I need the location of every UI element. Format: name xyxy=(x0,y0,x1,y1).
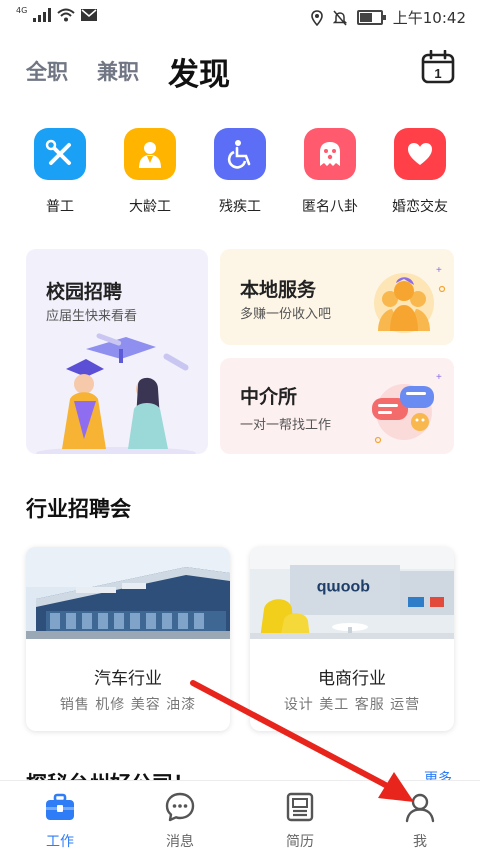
category-label: 普工 xyxy=(46,199,74,215)
category-general-worker[interactable]: 普工 xyxy=(15,128,105,216)
graduates-illustration xyxy=(36,333,196,454)
more-link[interactable]: 更多 xyxy=(424,768,452,780)
fair-card-automotive[interactable]: 汽车行业 销售 机修 美容 油漆 xyxy=(26,547,230,731)
wifi-icon xyxy=(57,8,75,22)
card-title: 中介所 xyxy=(240,386,298,408)
svg-text:qoomb: qoomb xyxy=(316,579,370,596)
briefcase-icon xyxy=(46,793,74,820)
calendar-day: 1 xyxy=(434,66,441,81)
nav-label: 简历 xyxy=(286,834,314,850)
card-subtitle: 多赚一份收入吧 xyxy=(240,307,332,322)
nav-me[interactable]: 我 xyxy=(370,791,470,851)
mail-icon xyxy=(81,9,98,21)
heart-icon xyxy=(394,128,446,180)
card-title: 校园招聘 xyxy=(46,281,123,303)
profile-icon xyxy=(405,793,435,823)
ghost-icon xyxy=(304,128,356,180)
car-dealership-photo xyxy=(26,547,230,639)
chat-icon xyxy=(165,792,195,822)
card-title: 本地服务 xyxy=(240,279,317,301)
tab-fulltime[interactable]: 全职 xyxy=(26,56,68,86)
tab-discover[interactable]: 发现 xyxy=(168,49,230,94)
resume-icon xyxy=(286,792,314,822)
fair-card-ecommerce[interactable]: qoomb 电商行业 设计 美工 客服 运营 xyxy=(250,547,454,731)
nav-work[interactable]: 工作 xyxy=(10,791,110,851)
network-type: 4G xyxy=(16,5,28,15)
bottom-nav: 工作 消息 简历 我 xyxy=(0,780,480,854)
card-subtitle: 应届生快来看看 xyxy=(46,309,138,324)
header: 全职 兼职 发现 1 xyxy=(0,44,480,94)
status-bar: 4G 上午10:42 xyxy=(0,0,480,34)
svg-text:+: + xyxy=(436,265,442,276)
fair-tags: 销售 机修 美容 油漆 xyxy=(59,697,197,713)
nav-resume[interactable]: 简历 xyxy=(250,791,350,851)
calendar-icon[interactable]: 1 xyxy=(421,50,455,84)
category-older-worker[interactable]: 大龄工 xyxy=(105,128,195,216)
wheelchair-icon xyxy=(214,128,266,180)
worker-icon xyxy=(124,128,176,180)
fair-name: 电商行业 xyxy=(318,669,386,689)
people-group-illustration: + xyxy=(374,265,446,333)
battery-icon xyxy=(356,10,386,25)
location-icon xyxy=(310,9,323,26)
card-subtitle: 一对一帮找工作 xyxy=(240,418,332,433)
nav-messages[interactable]: 消息 xyxy=(130,791,230,851)
nav-label: 我 xyxy=(413,834,427,850)
category-label: 婚恋交友 xyxy=(392,199,448,215)
office-lobby-photo: qoomb xyxy=(250,547,454,639)
category-label: 残疾工 xyxy=(219,199,261,215)
fair-tags: 设计 美工 客服 运营 xyxy=(283,697,421,713)
tab-parttime[interactable]: 兼职 xyxy=(97,56,139,86)
local-service-card[interactable]: 本地服务 多赚一份收入吧 + xyxy=(220,249,454,345)
tools-icon xyxy=(34,128,86,180)
clock: 上午10:42 xyxy=(392,9,466,27)
fair-name: 汽车行业 xyxy=(94,669,162,689)
status-right: 上午10:42 xyxy=(310,7,466,28)
agency-card[interactable]: 中介所 一对一帮找工作 + xyxy=(220,358,454,454)
chat-bubbles-illustration: + xyxy=(372,372,442,444)
category-disabled-worker[interactable]: 残疾工 xyxy=(195,128,285,216)
nav-label: 消息 xyxy=(166,834,194,850)
category-anonymous-gossip[interactable]: 匿名八卦 xyxy=(285,128,375,216)
section-title-fairs: 行业招聘会 xyxy=(26,497,131,521)
category-row: 普工 大龄工 残疾工 匿名八卦 婚恋交友 xyxy=(0,128,480,228)
category-dating[interactable]: 婚恋交友 xyxy=(375,128,465,216)
nav-label: 工作 xyxy=(46,834,74,850)
section-title-companies: 探秘台州好公司！ xyxy=(26,768,194,780)
category-label: 匿名八卦 xyxy=(302,199,358,215)
signal-icon xyxy=(33,8,52,22)
category-label: 大龄工 xyxy=(129,199,171,215)
mute-bell-icon xyxy=(332,10,347,25)
status-left: 4G xyxy=(16,5,98,22)
campus-recruit-card[interactable]: 校园招聘 应届生快来看看 xyxy=(26,249,208,454)
svg-text:+: + xyxy=(436,372,442,383)
